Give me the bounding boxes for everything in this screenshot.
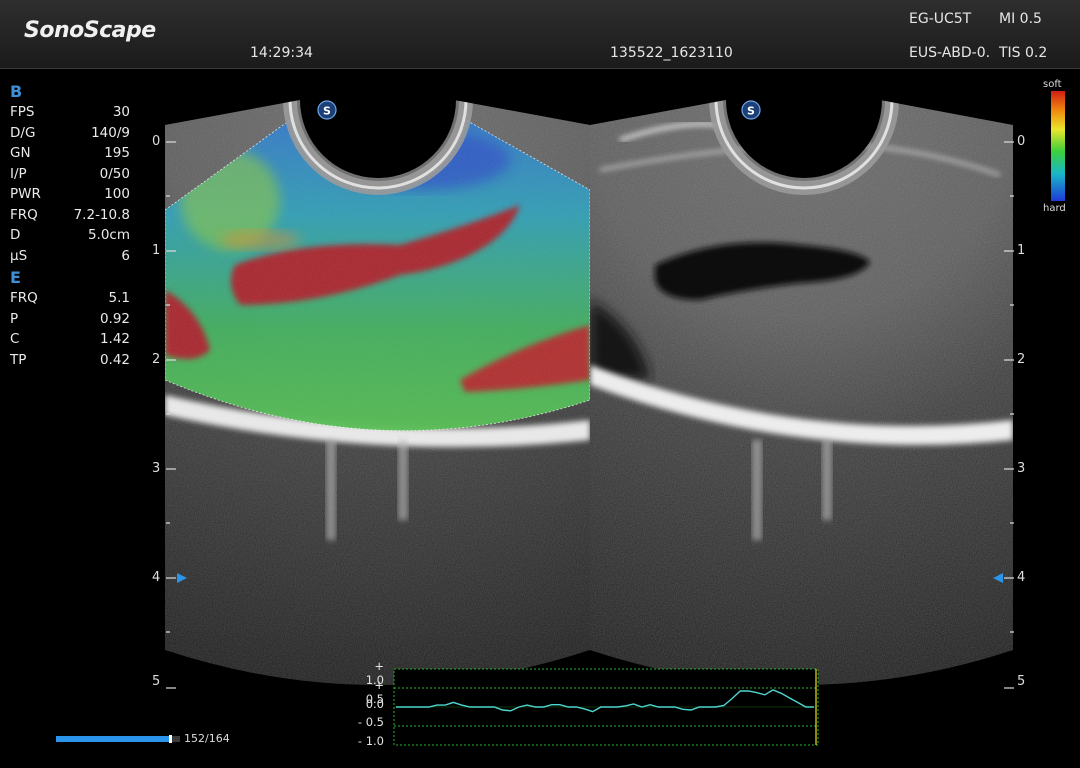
depth-label: 0 (152, 134, 161, 149)
strain-y-label: - 0.5 (357, 715, 384, 729)
strain-y-label: 0.0 (365, 697, 384, 711)
depth-label: 1 (1017, 243, 1026, 258)
depth-label: 0 (1017, 134, 1026, 149)
thermal-index: TIS 0.2 (999, 45, 1048, 61)
strain-y-label: - 1.0 (357, 734, 384, 748)
elastography-image (165, 100, 590, 685)
depth-label: 3 (152, 461, 161, 476)
elasticity-colorbar (1051, 91, 1065, 201)
depth-label: 5 (1017, 674, 1026, 689)
depth-label: 1 (152, 243, 161, 258)
probe-orientation-icon: S (317, 100, 337, 120)
brand-logo: SonoScape (24, 18, 156, 43)
probe-name: EG-UC5T (909, 11, 972, 27)
depth-label: 5 (152, 674, 161, 689)
depth-label: 2 (152, 352, 161, 367)
cine-progress-handle[interactable] (168, 735, 172, 743)
colorbar-soft-label: soft (1043, 79, 1062, 90)
svg-text:S: S (747, 105, 755, 118)
depth-label: 4 (1017, 570, 1026, 585)
cine-progress-fill (56, 736, 171, 742)
depth-label: 4 (152, 570, 161, 585)
clock-time: 14:29:34 (250, 45, 313, 61)
depth-label: 2 (1017, 352, 1026, 367)
colorbar-hard-label: hard (1043, 203, 1066, 214)
exam-preset: EUS-ABD-0. (909, 45, 991, 61)
cine-progress-bar[interactable] (56, 735, 180, 743)
svg-text:S: S (323, 105, 331, 118)
depth-label: 3 (1017, 461, 1026, 476)
ultrasound-image-area[interactable]: S S (0, 68, 1080, 768)
bmode-image (590, 100, 1013, 685)
header-bar: SonoScape 14:29:34 135522_1623110 EG-UC5… (0, 0, 1080, 69)
mechanical-index: MI 0.5 (999, 11, 1042, 27)
probe-orientation-icon-right: S (741, 100, 761, 120)
strain-graph (393, 668, 819, 746)
patient-id: 135522_1623110 (610, 45, 733, 61)
cine-frame-counter: 152/164 (184, 732, 230, 745)
